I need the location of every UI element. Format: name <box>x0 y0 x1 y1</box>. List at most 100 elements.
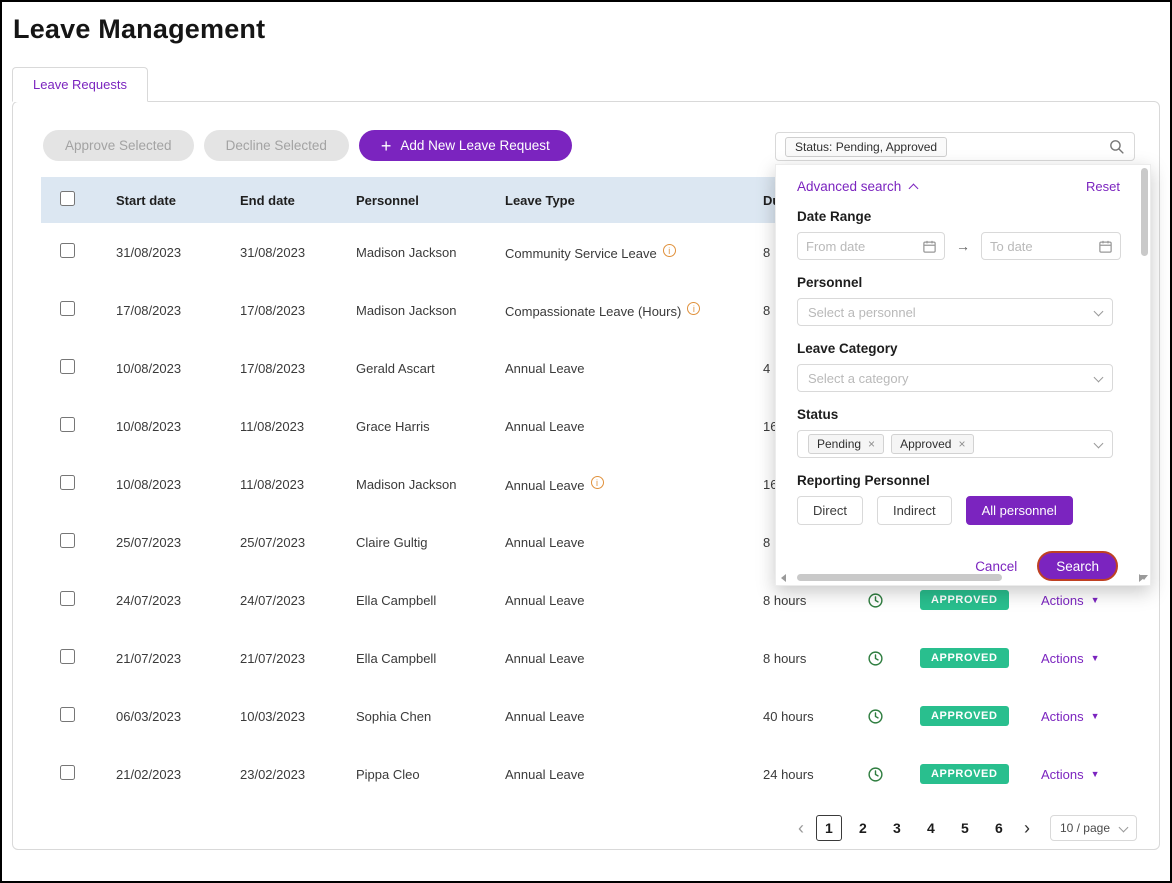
scroll-right-arrow[interactable] <box>1139 574 1144 582</box>
leave-type-cell: Annual Leave <box>505 593 763 608</box>
horizontal-scrollbar[interactable] <box>781 573 1134 582</box>
from-date-input[interactable] <box>797 232 945 260</box>
pagination-page-3[interactable]: 3 <box>884 815 910 841</box>
actions-dropdown[interactable]: Actions▼ <box>1028 593 1143 608</box>
info-icon[interactable]: i <box>591 476 604 489</box>
vertical-scrollbar[interactable] <box>1140 168 1148 569</box>
approve-selected-button[interactable]: Approve Selected <box>43 130 194 161</box>
info-icon[interactable]: i <box>663 244 676 257</box>
cancel-link[interactable]: Cancel <box>975 559 1017 574</box>
leave-type-cell: Compassionate Leave (Hours)i <box>505 302 763 319</box>
actions-dropdown[interactable]: Actions▼ <box>1028 767 1143 782</box>
to-date-input[interactable] <box>981 232 1121 260</box>
caret-down-icon: ▼ <box>1091 596 1100 605</box>
page-size-select[interactable]: 10 / page <box>1050 815 1137 841</box>
start-date-cell: 06/03/2023 <box>116 709 240 724</box>
leave-category-label: Leave Category <box>797 341 1130 356</box>
status-tag-approved: Approved × <box>891 434 974 454</box>
pagination-page-4[interactable]: 4 <box>918 815 944 841</box>
leave-type-cell: Community Service Leavei <box>505 244 763 261</box>
plus-icon: + <box>381 137 392 155</box>
row-checkbox[interactable] <box>60 591 75 606</box>
to-date-field <box>981 232 1121 260</box>
row-checkbox[interactable] <box>60 359 75 374</box>
pagination-page-5[interactable]: 5 <box>952 815 978 841</box>
clock-icon <box>863 708 908 725</box>
chevron-down-icon <box>1094 306 1104 316</box>
leave-type-cell: Annual Leave <box>505 709 763 724</box>
end-date-cell: 25/07/2023 <box>240 535 356 550</box>
start-date-cell: 24/07/2023 <box>116 593 240 608</box>
pagination-page-2[interactable]: 2 <box>850 815 876 841</box>
end-date-cell: 21/07/2023 <box>240 651 356 666</box>
search-icon[interactable] <box>1108 138 1125 155</box>
select-all-checkbox[interactable] <box>60 191 75 206</box>
decline-selected-button[interactable]: Decline Selected <box>204 130 349 161</box>
leave-category-select[interactable]: Select a category <box>797 364 1113 392</box>
personnel-select[interactable]: Select a personnel <box>797 298 1113 326</box>
header-leave-type: Leave Type <box>505 193 763 208</box>
row-checkbox[interactable] <box>60 417 75 432</box>
personnel-cell: Ella Campbell <box>356 593 505 608</box>
leave-type-cell: Annual Leave <box>505 361 763 376</box>
table-row: 21/02/2023 23/02/2023 Pippa Cleo Annual … <box>41 745 1143 803</box>
all-personnel-button[interactable]: All personnel <box>966 496 1073 525</box>
start-date-cell: 21/07/2023 <box>116 651 240 666</box>
row-checkbox[interactable] <box>60 301 75 316</box>
pagination-prev[interactable]: ‹ <box>790 818 812 839</box>
personnel-cell: Claire Gultig <box>356 535 505 550</box>
pagination-next[interactable]: › <box>1016 818 1038 839</box>
date-range-label: Date Range <box>797 209 1130 224</box>
reset-link[interactable]: Reset <box>1086 179 1120 194</box>
start-date-cell: 10/08/2023 <box>116 361 240 376</box>
tab-leave-requests[interactable]: Leave Requests <box>12 67 148 102</box>
personnel-cell: Gerald Ascart <box>356 361 505 376</box>
vertical-scrollbar-thumb[interactable] <box>1141 168 1148 256</box>
caret-down-icon: ▼ <box>1091 712 1100 721</box>
status-select[interactable]: Pending × Approved × <box>797 430 1113 458</box>
close-icon[interactable]: × <box>868 438 875 450</box>
row-checkbox[interactable] <box>60 243 75 258</box>
clock-icon <box>863 650 908 667</box>
personnel-label: Personnel <box>797 275 1130 290</box>
page-title: Leave Management <box>13 14 1170 45</box>
caret-down-icon: ▼ <box>1091 770 1100 779</box>
advanced-search-toggle[interactable]: Advanced search <box>797 179 917 194</box>
status-badge: APPROVED <box>920 648 1009 668</box>
row-checkbox[interactable] <box>60 649 75 664</box>
search-filter-tag[interactable]: Status: Pending, Approved <box>785 137 947 157</box>
header-start-date: Start date <box>116 193 240 208</box>
end-date-cell: 10/03/2023 <box>240 709 356 724</box>
status-badge: APPROVED <box>920 764 1009 784</box>
row-checkbox[interactable] <box>60 707 75 722</box>
arrow-right-icon: → <box>956 238 970 254</box>
direct-button[interactable]: Direct <box>797 496 863 525</box>
chevron-down-icon <box>1094 438 1104 448</box>
horizontal-scrollbar-thumb[interactable] <box>797 574 1002 581</box>
actions-dropdown[interactable]: Actions▼ <box>1028 651 1143 666</box>
advanced-search-panel: Advanced search Reset Date Range → Perso… <box>775 164 1151 586</box>
tab-bar: Leave Requests <box>12 67 1170 101</box>
from-date-field <box>797 232 945 260</box>
end-date-cell: 17/08/2023 <box>240 361 356 376</box>
pagination-page-1[interactable]: 1 <box>816 815 842 841</box>
row-checkbox[interactable] <box>60 765 75 780</box>
scroll-left-arrow[interactable] <box>781 574 786 582</box>
pagination-page-6[interactable]: 6 <box>986 815 1012 841</box>
add-leave-request-button[interactable]: + Add New Leave Request <box>359 130 572 161</box>
indirect-button[interactable]: Indirect <box>877 496 952 525</box>
leave-requests-panel: Approve Selected Decline Selected + Add … <box>12 101 1160 850</box>
row-checkbox[interactable] <box>60 475 75 490</box>
start-date-cell: 25/07/2023 <box>116 535 240 550</box>
actions-dropdown[interactable]: Actions▼ <box>1028 709 1143 724</box>
start-date-cell: 21/02/2023 <box>116 767 240 782</box>
leave-type-cell: Annual Leave <box>505 535 763 550</box>
close-icon[interactable]: × <box>958 438 965 450</box>
personnel-cell: Ella Campbell <box>356 651 505 666</box>
search-input[interactable]: Status: Pending, Approved <box>775 132 1135 161</box>
info-icon[interactable]: i <box>687 302 700 315</box>
start-date-cell: 10/08/2023 <box>116 477 240 492</box>
row-checkbox[interactable] <box>60 533 75 548</box>
chevron-down-icon <box>1119 822 1129 832</box>
duration-cell: 40 hours <box>763 709 863 724</box>
